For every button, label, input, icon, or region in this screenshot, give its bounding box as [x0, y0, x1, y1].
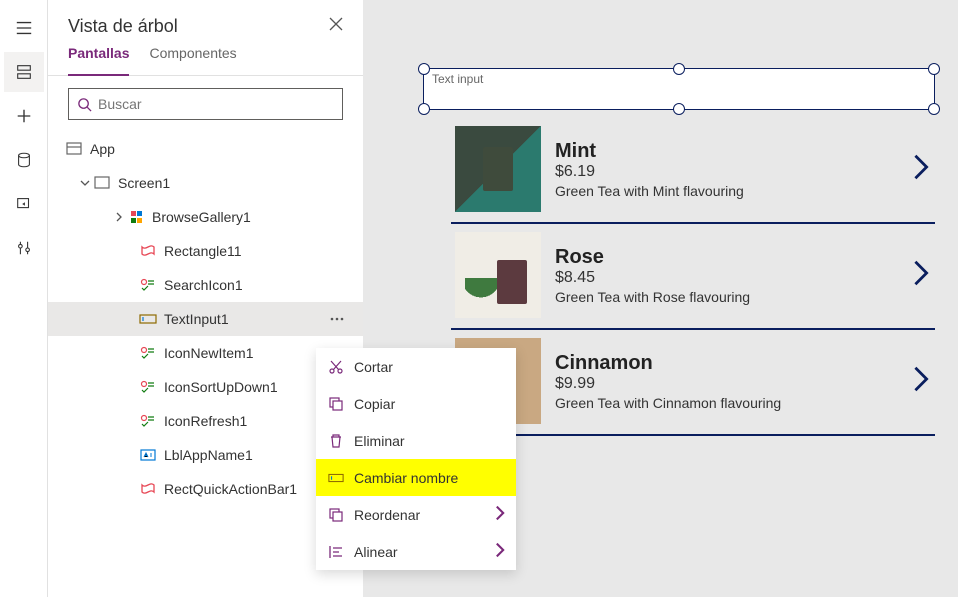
tree-item-browsegallery1[interactable]: BrowseGallery1	[48, 200, 363, 234]
resize-handle[interactable]	[673, 103, 685, 115]
tree-label: Screen1	[118, 175, 170, 191]
screen-icon	[92, 176, 112, 190]
control-placeholder: Text input	[432, 72, 483, 86]
label-icon	[138, 448, 158, 462]
resize-handle[interactable]	[418, 63, 430, 75]
tree-label: TextInput1	[164, 311, 229, 327]
textinput-icon	[138, 313, 158, 325]
tree-label: SearchIcon1	[164, 277, 243, 293]
product-thumbnail	[455, 232, 541, 318]
gallery-preview: Mint $6.19 Green Tea with Mint flavourin…	[451, 118, 935, 436]
context-align[interactable]: Alinear	[316, 533, 516, 570]
control-icon	[138, 278, 158, 292]
search-input[interactable]	[98, 96, 334, 112]
chevron-right-icon[interactable]	[911, 153, 931, 186]
media-icon[interactable]	[4, 184, 44, 224]
cut-icon	[328, 359, 344, 375]
context-rename[interactable]: Cambiar nombre	[316, 459, 516, 496]
chevron-right-icon[interactable]	[911, 259, 931, 292]
tab-screens[interactable]: Pantallas	[68, 45, 129, 76]
gallery-icon	[126, 211, 146, 223]
chevron-down-icon[interactable]	[78, 178, 92, 188]
tree-label: IconSortUpDown1	[164, 379, 278, 395]
control-icon	[138, 414, 158, 428]
product-thumbnail	[455, 126, 541, 212]
data-icon[interactable]	[4, 140, 44, 180]
align-icon	[328, 544, 344, 560]
tab-components[interactable]: Componentes	[149, 45, 236, 67]
resize-handle[interactable]	[928, 63, 940, 75]
tree-item-rectangle11[interactable]: Rectangle11	[48, 234, 363, 268]
trash-icon	[328, 433, 344, 449]
control-icon	[138, 346, 158, 360]
context-label: Cambiar nombre	[354, 470, 458, 486]
panel-title: Vista de árbol	[68, 16, 178, 37]
rectangle-icon	[138, 244, 158, 258]
context-copy[interactable]: Copiar	[316, 385, 516, 422]
tree-label: Rectangle11	[164, 243, 242, 259]
tree-label: IconNewItem1	[164, 345, 253, 361]
resize-handle[interactable]	[928, 103, 940, 115]
gallery-row[interactable]: Mint $6.19 Green Tea with Mint flavourin…	[451, 118, 935, 224]
panel-tabs: Pantallas Componentes	[48, 45, 363, 76]
search-icon	[77, 97, 92, 112]
product-title: Rose	[555, 246, 897, 269]
tree-item-app[interactable]: App	[48, 132, 363, 166]
context-label: Reordenar	[354, 507, 420, 523]
more-options-icon[interactable]	[323, 305, 351, 333]
resize-handle[interactable]	[673, 63, 685, 75]
tree-label: BrowseGallery1	[152, 209, 251, 225]
tree-label: RectQuickActionBar1	[164, 481, 297, 497]
control-icon	[138, 380, 158, 394]
search-box[interactable]	[68, 88, 343, 120]
advanced-tools-icon[interactable]	[4, 228, 44, 268]
context-label: Eliminar	[354, 433, 405, 449]
product-title: Cinnamon	[555, 352, 897, 375]
product-description: Green Tea with Cinnamon flavouring	[555, 395, 897, 411]
context-label: Copiar	[354, 396, 395, 412]
tree-view-icon[interactable]	[4, 52, 44, 92]
chevron-right-icon	[492, 505, 504, 524]
product-price: $9.99	[555, 375, 897, 393]
copy-icon	[328, 396, 344, 412]
insert-icon[interactable]	[4, 96, 44, 136]
tree-item-searchicon1[interactable]: SearchIcon1	[48, 268, 363, 302]
context-delete[interactable]: Eliminar	[316, 422, 516, 459]
gallery-row[interactable]: Cinnamon $9.99 Green Tea with Cinnamon f…	[451, 330, 935, 436]
product-price: $8.45	[555, 269, 897, 287]
chevron-right-icon	[492, 542, 504, 561]
product-description: Green Tea with Rose flavouring	[555, 289, 897, 305]
context-label: Cortar	[354, 359, 393, 375]
product-title: Mint	[555, 140, 897, 163]
reorder-icon	[328, 507, 344, 523]
tree-item-screen1[interactable]: Screen1	[48, 166, 363, 200]
tree-item-textinput1[interactable]: TextInput1	[48, 302, 363, 336]
context-label: Alinear	[354, 544, 398, 560]
left-rail	[0, 0, 48, 597]
hamburger-icon[interactable]	[4, 8, 44, 48]
rename-icon	[328, 470, 344, 486]
tree-label: IconRefresh1	[164, 413, 247, 429]
tree-label: LblAppName1	[164, 447, 253, 463]
close-icon[interactable]	[329, 17, 343, 36]
product-price: $6.19	[555, 163, 897, 181]
resize-handle[interactable]	[418, 103, 430, 115]
chevron-right-icon[interactable]	[112, 212, 126, 222]
selected-text-input-control[interactable]: Text input	[423, 68, 935, 110]
app-icon	[64, 141, 84, 157]
context-menu: Cortar Copiar Eliminar Cambiar nombre Re…	[316, 348, 516, 570]
chevron-right-icon[interactable]	[911, 365, 931, 398]
context-reorder[interactable]: Reordenar	[316, 496, 516, 533]
gallery-row[interactable]: Rose $8.45 Green Tea with Rose flavourin…	[451, 224, 935, 330]
tree-label: App	[90, 141, 115, 157]
product-description: Green Tea with Mint flavouring	[555, 183, 897, 199]
context-cut[interactable]: Cortar	[316, 348, 516, 385]
rectangle-icon	[138, 482, 158, 496]
